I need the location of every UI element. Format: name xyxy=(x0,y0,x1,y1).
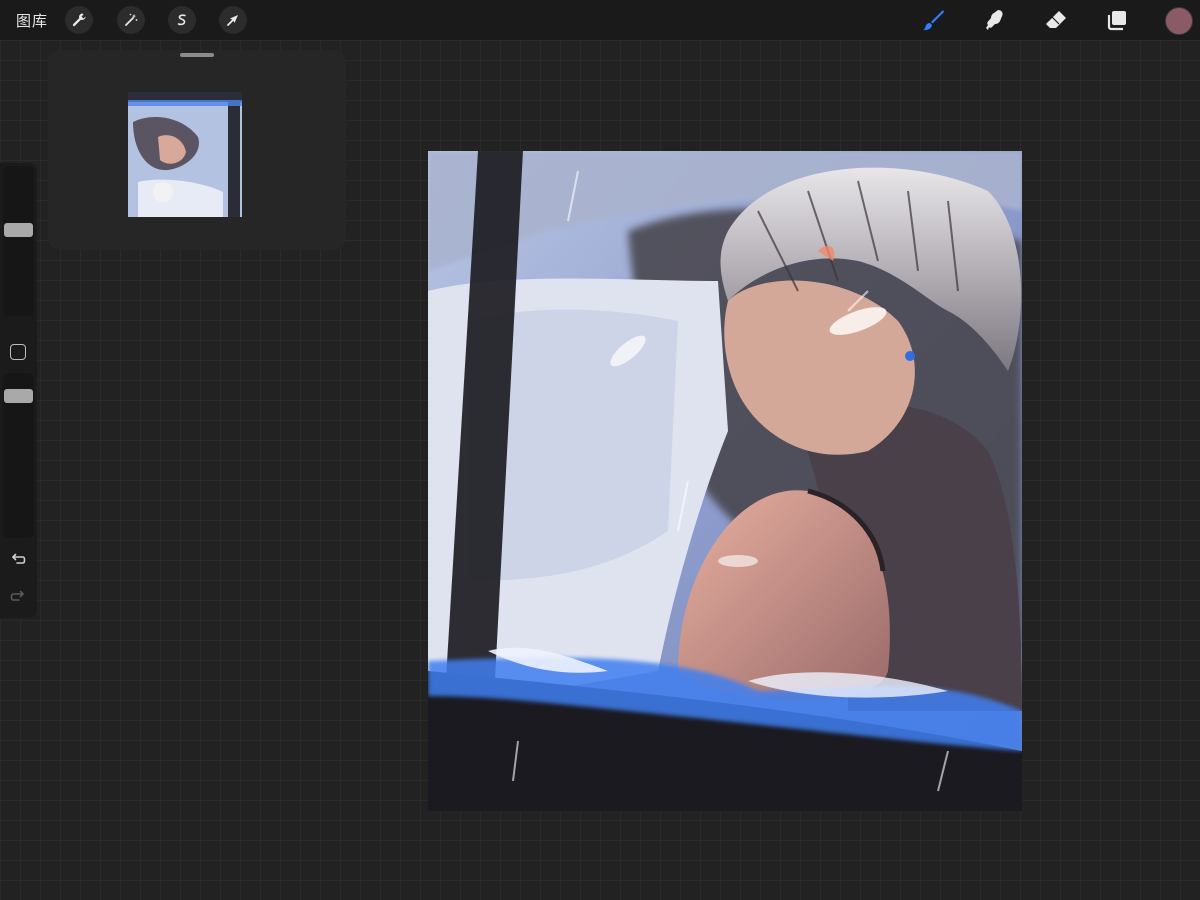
procreate-workspace: 图库 xyxy=(0,0,1200,900)
left-sidebar xyxy=(0,163,37,618)
undo-icon xyxy=(12,553,26,564)
brush-opacity-knob[interactable] xyxy=(4,389,33,403)
brush-opacity-slider[interactable] xyxy=(3,373,34,538)
adjustments-button[interactable] xyxy=(117,6,145,34)
selection-button[interactable] xyxy=(168,6,196,34)
gallery-button[interactable]: 图库 xyxy=(16,10,48,31)
modify-button[interactable] xyxy=(10,344,26,360)
redo-button[interactable] xyxy=(8,587,28,607)
magic-wand-icon xyxy=(125,13,138,26)
actions-button[interactable] xyxy=(65,6,93,34)
redo-icon xyxy=(10,590,24,601)
canvas-thumbnail xyxy=(128,92,242,217)
transform-button[interactable] xyxy=(219,6,247,34)
smudge-tool-button[interactable] xyxy=(978,4,1010,36)
brush-size-knob[interactable] xyxy=(4,223,33,237)
eraser-tool-button[interactable] xyxy=(1040,4,1072,36)
artwork-image xyxy=(428,151,1022,811)
arrow-cursor-icon xyxy=(227,15,238,26)
wrench-icon xyxy=(72,13,86,27)
brush-icon xyxy=(923,10,944,31)
smudge-finger-icon xyxy=(986,10,1003,30)
brush-size-slider[interactable] xyxy=(3,166,34,316)
drawing-canvas[interactable] xyxy=(428,151,1022,811)
navigator-panel[interactable] xyxy=(48,50,346,250)
top-toolbar: 图库 xyxy=(0,0,1200,40)
brush-tool-button[interactable] xyxy=(917,4,949,36)
undo-button[interactable] xyxy=(8,550,28,570)
layers-button[interactable] xyxy=(1101,4,1133,36)
layers-icon xyxy=(1107,11,1126,31)
panel-drag-handle[interactable] xyxy=(180,53,214,57)
selection-s-icon xyxy=(177,14,186,26)
color-picker-button[interactable] xyxy=(1165,7,1193,35)
eraser-icon xyxy=(1046,11,1066,28)
